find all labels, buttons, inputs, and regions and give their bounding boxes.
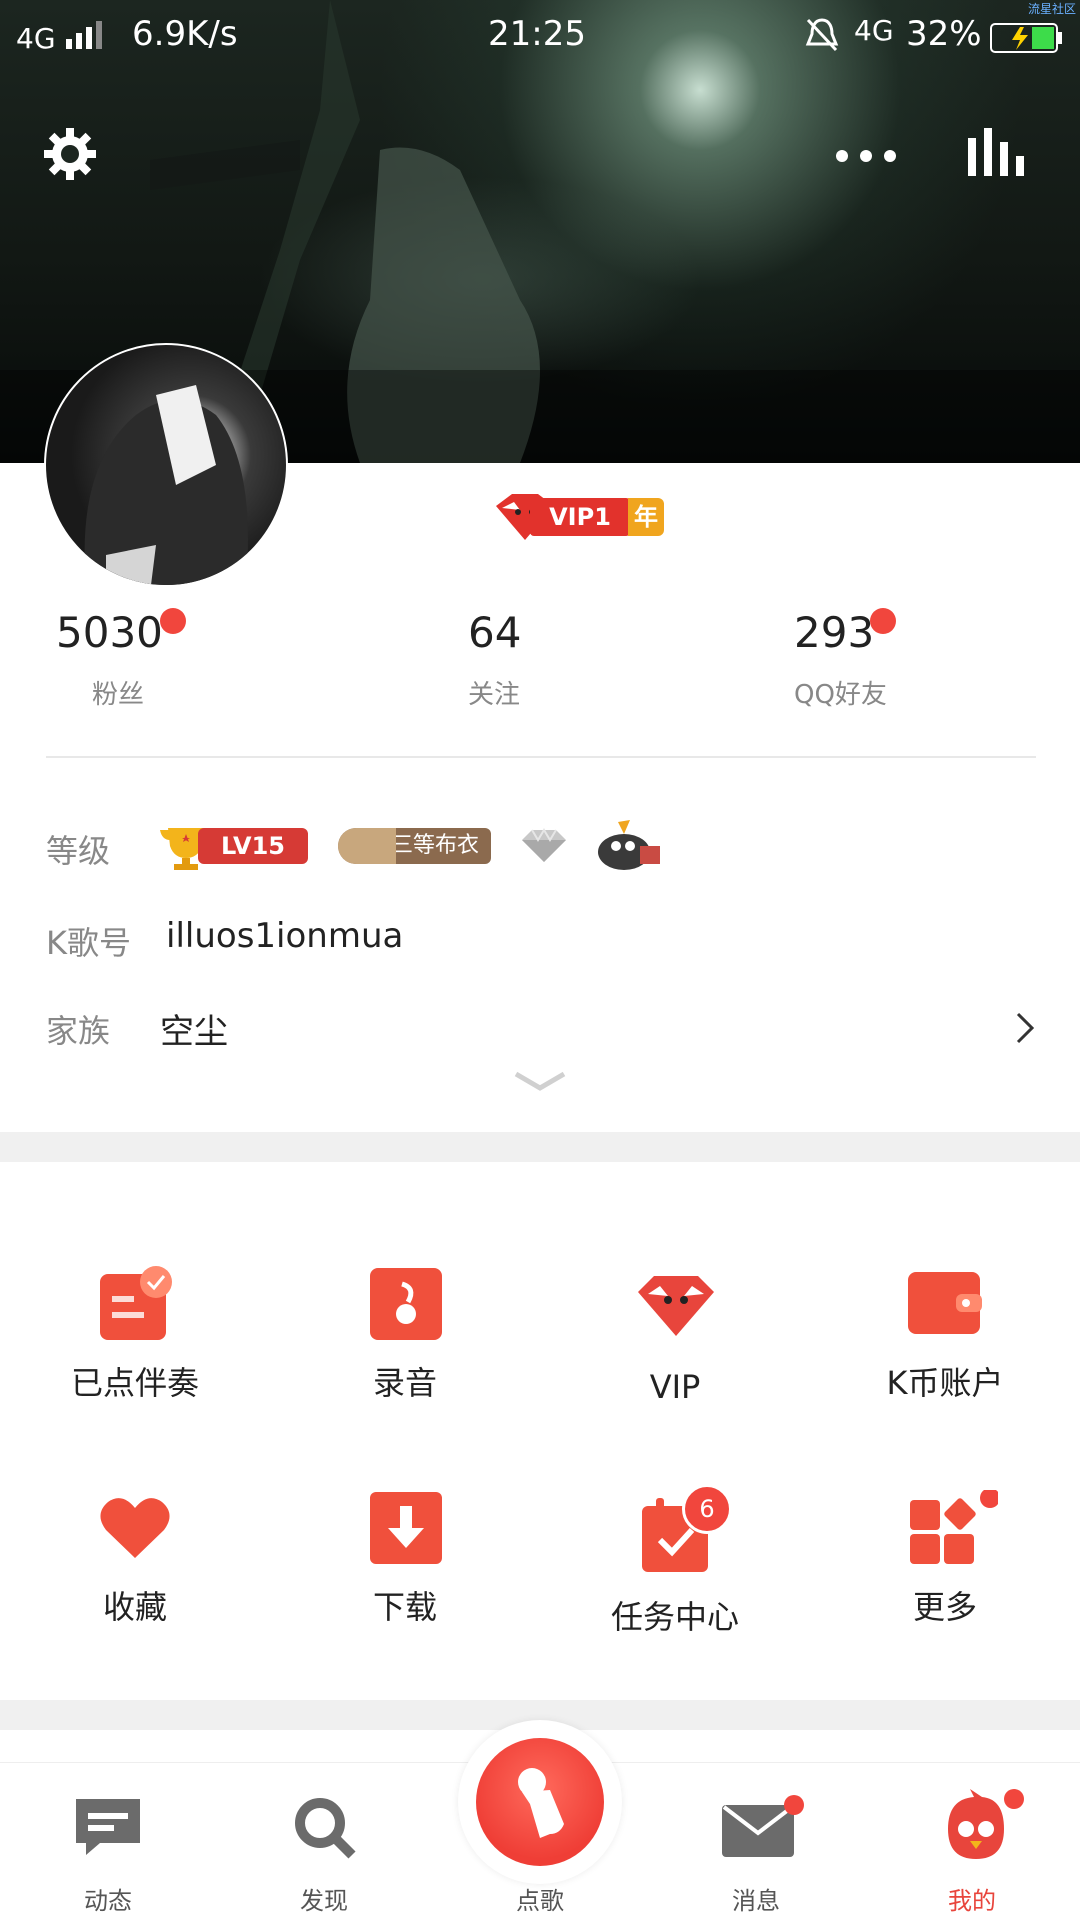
- mascot-icon: [948, 1789, 1024, 1859]
- grid-label-download: 下载: [372, 1588, 437, 1626]
- download-icon: [270, 1490, 540, 1564]
- more-grid-icon: [810, 1490, 1080, 1564]
- vip-icon: [540, 1266, 810, 1338]
- net-speed: 6.9K/s: [132, 14, 238, 54]
- calendar-icon: [540, 1484, 810, 1572]
- grid-item-favorites[interactable]: 收藏: [0, 1490, 270, 1628]
- chevron-right-icon[interactable]: [1014, 1010, 1036, 1050]
- tab-label-mine: 我的: [948, 1887, 996, 1915]
- wallet-icon: [810, 1266, 1080, 1338]
- rank-badge-label: 三等布衣: [390, 833, 479, 858]
- battery-icon: [990, 22, 1062, 62]
- grid-item-vip[interactable]: VIP: [540, 1266, 810, 1406]
- family-label[interactable]: 家族: [46, 1006, 110, 1052]
- battery-level: 32%: [906, 14, 982, 54]
- clock: 21:25: [488, 14, 586, 54]
- level-value: LV15: [198, 828, 308, 864]
- following-count[interactable]: 64: [468, 608, 521, 657]
- stats-divider: [46, 756, 1036, 758]
- fans-notification-dot: [160, 608, 186, 634]
- rank-badge[interactable]: 三等布衣: [338, 828, 491, 864]
- grid-item-task-center[interactable]: 6 任务中心: [540, 1484, 810, 1638]
- tab-mine[interactable]: 我的: [902, 1763, 1042, 1921]
- following-label[interactable]: 关注: [468, 674, 520, 711]
- tab-label-discover: 发现: [300, 1887, 348, 1915]
- section-separator: [0, 1132, 1080, 1162]
- grid-label-recording: 录音: [372, 1364, 437, 1402]
- music-bars-icon[interactable]: [968, 128, 1030, 180]
- grid-label-wallet: K币账户: [886, 1364, 1004, 1402]
- signal-icon: [66, 20, 106, 60]
- vip-year-label: 年: [628, 498, 664, 536]
- diamond-icon[interactable]: [520, 828, 568, 868]
- grid-label-accompaniment: 已点伴奏: [70, 1364, 199, 1402]
- settings-gear-icon[interactable]: [42, 126, 98, 186]
- grid-item-download[interactable]: 下载: [270, 1490, 540, 1628]
- qq-friends-label[interactable]: QQ好友: [794, 674, 887, 711]
- qq-friends-notification-dot: [870, 608, 896, 634]
- tab-discover[interactable]: 发现: [254, 1763, 394, 1921]
- vip-level-label: VIP1: [530, 498, 630, 536]
- grid-item-recording[interactable]: 录音: [270, 1266, 540, 1404]
- grid-item-more[interactable]: 更多: [810, 1490, 1080, 1628]
- search-icon: [295, 1798, 356, 1859]
- feed-icon: [76, 1799, 140, 1855]
- network-indicator-right: 4G: [854, 14, 894, 47]
- sing-icon: [476, 1738, 604, 1866]
- tab-label-messages: 消息: [732, 1887, 780, 1915]
- watermark-text: 流星社区: [1028, 2, 1077, 16]
- vip-badge[interactable]: VIP1 年: [490, 492, 675, 542]
- sing-center-button[interactable]: [458, 1720, 622, 1884]
- tab-messages[interactable]: 消息: [686, 1763, 826, 1921]
- grid-item-wallet[interactable]: K币账户: [810, 1266, 1080, 1404]
- ksong-id-label: K歌号: [46, 924, 131, 962]
- mascot-medal-icon[interactable]: [594, 812, 664, 876]
- grid-item-accompaniment[interactable]: 已点伴奏: [0, 1266, 270, 1404]
- status-bar: 4G 6.9K/s 21:25 4G 32% 流星社区: [0, 0, 1080, 70]
- level-label: 等级: [46, 832, 111, 870]
- fans-label[interactable]: 粉丝: [92, 674, 144, 711]
- task-count-badge: 6: [682, 1484, 732, 1534]
- tab-label-feed: 动态: [84, 1887, 132, 1915]
- heart-icon: [0, 1490, 270, 1562]
- recording-icon: [270, 1266, 540, 1340]
- grid-label-task-center: 任务中心: [610, 1598, 739, 1636]
- level-badge[interactable]: LV15: [158, 824, 308, 870]
- grid-label-favorites: 收藏: [102, 1588, 167, 1626]
- hat-icon: [338, 828, 396, 864]
- family-value[interactable]: 空尘: [160, 1004, 228, 1053]
- qq-friends-count[interactable]: 293: [794, 608, 874, 657]
- accompaniment-icon: [0, 1266, 270, 1340]
- tab-feed[interactable]: 动态: [38, 1763, 178, 1921]
- grid-label-more: 更多: [912, 1588, 977, 1626]
- more-options-icon[interactable]: [834, 148, 898, 168]
- network-indicator: 4G: [16, 22, 56, 55]
- ksong-id-value: illuos1ionmua: [166, 916, 404, 956]
- mute-bell-icon: [804, 16, 840, 61]
- fans-count[interactable]: 5030: [56, 608, 163, 657]
- mail-icon: [722, 1795, 804, 1857]
- tab-label-sing: 点歌: [516, 1887, 564, 1915]
- grid-label-vip: VIP: [649, 1368, 701, 1406]
- expand-chevron-down-icon[interactable]: [512, 1070, 568, 1098]
- avatar[interactable]: [44, 343, 288, 587]
